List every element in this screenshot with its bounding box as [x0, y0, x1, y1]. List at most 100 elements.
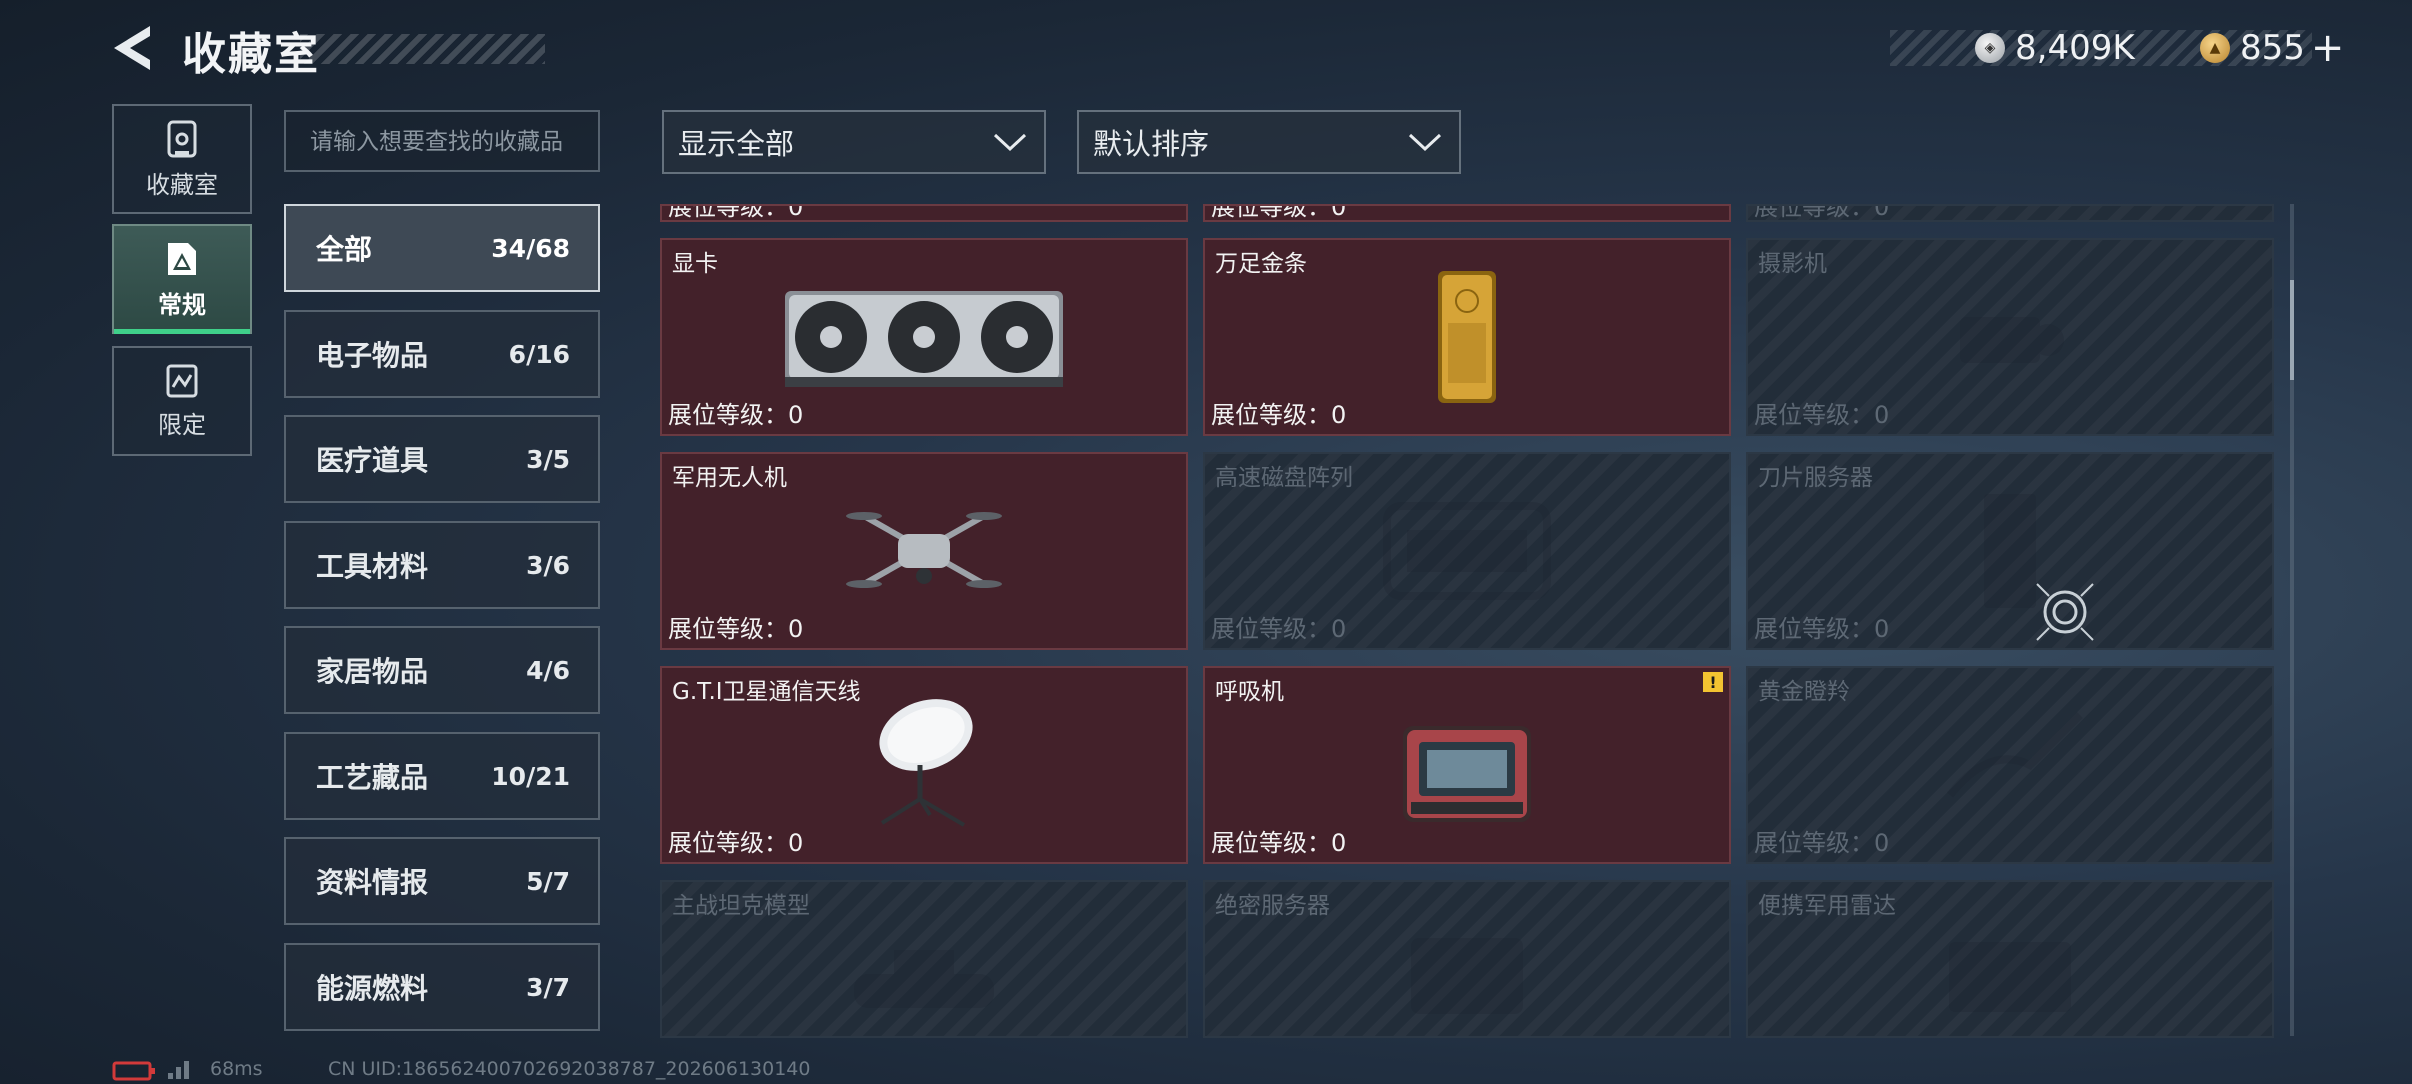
item-level: 展位等级：0: [1211, 829, 1347, 857]
item-name: 万足金条: [1215, 251, 1307, 277]
item-card-top-secret-server[interactable]: 绝密服务器: [1203, 880, 1731, 1038]
scrollbar-thumb[interactable]: [2290, 280, 2294, 380]
side-tab-regular[interactable]: 常规: [112, 224, 252, 334]
display-filter-value: 显示全部: [678, 127, 795, 161]
item-name: 便携军用雷达: [1758, 893, 1896, 919]
item-name: 显卡: [672, 251, 718, 277]
title-decoration: [300, 34, 545, 64]
category-name: 资料情报: [316, 866, 429, 899]
back-arrow-icon: [114, 26, 150, 70]
category-count: 3/7: [526, 972, 570, 1002]
disk-array-icon: [1383, 502, 1551, 600]
item-name: 绝密服务器: [1215, 893, 1330, 919]
item-name: 军用无人机: [672, 465, 787, 491]
item-card-gold-bar[interactable]: 万足金条 展位等级：0: [1203, 238, 1731, 436]
item-level: 展位等级：0: [1754, 615, 1890, 643]
category-count: 10/21: [491, 761, 570, 791]
back-button[interactable]: [110, 22, 158, 74]
gold-bar-icon: [1438, 271, 1496, 403]
item-card-drone[interactable]: 军用无人机 展位等级：0: [660, 452, 1188, 650]
side-tab-limited[interactable]: 限定: [112, 346, 252, 456]
item-card-ventilator[interactable]: 呼吸机 ! 展位等级：0: [1203, 666, 1731, 864]
item-name: 摄影机: [1758, 251, 1827, 277]
ping-text: 68ms: [210, 1058, 263, 1080]
sort-value: 默认排序: [1093, 127, 1210, 161]
category-name: 工具材料: [316, 550, 429, 583]
category-name: 工艺藏品: [316, 761, 429, 794]
warning-badge-icon: !: [1703, 672, 1723, 692]
signal-icon: [168, 1061, 189, 1079]
item-level: 展位等级：0: [668, 615, 804, 643]
top-bar: 收藏室 ◈ 8,409K ▲ 855 +: [0, 0, 2412, 100]
item-card-graphics-card[interactable]: 显卡 展位等级：0: [660, 238, 1188, 436]
gold-currency[interactable]: ▲ 855 +: [2200, 25, 2345, 71]
add-currency-button[interactable]: +: [2311, 25, 2345, 71]
triangle-card-icon: [168, 242, 196, 275]
item-level: 展位等级：0: [668, 401, 804, 429]
category-electronics[interactable]: 电子物品 6/16: [284, 310, 600, 398]
item-card-blade-server[interactable]: 刀片服务器 展位等级：0: [1746, 452, 2274, 650]
item-level: 展位等级：0: [1211, 615, 1347, 643]
search-input[interactable]: [308, 126, 576, 156]
item-name: G.T.I卫星通信天线: [672, 679, 861, 705]
graphics-card-icon: [785, 291, 1063, 387]
category-count: 5/7: [526, 866, 570, 896]
item-card-camera[interactable]: 摄影机 展位等级：0: [1746, 238, 2274, 436]
grid-scrollbar[interactable]: [2290, 204, 2294, 1036]
target-locator-icon[interactable]: [2033, 580, 2097, 644]
partial-level-text: 展位等级：0: [1211, 204, 1347, 221]
item-level: 展位等级：0: [1754, 829, 1890, 857]
category-tools[interactable]: 工具材料 3/6: [284, 521, 600, 609]
silver-currency: ◈ 8,409K: [1975, 28, 2135, 68]
item-card-satellite-antenna[interactable]: G.T.I卫星通信天线 展位等级：0: [660, 666, 1188, 864]
silver-currency-value: 8,409K: [2015, 28, 2135, 68]
item-card-golden-gazelle[interactable]: 黄金瞪羚 展位等级：0: [1746, 666, 2274, 864]
partial-level-text: 展位等级：0: [1754, 204, 1890, 221]
item-card-tank-model[interactable]: 主战坦克模型: [660, 880, 1188, 1038]
camera-icon: [1960, 317, 2064, 363]
category-name: 全部: [316, 233, 373, 266]
silver-coin-icon: ◈: [1975, 33, 2005, 63]
side-tab-vault-label: 收藏室: [146, 170, 218, 199]
partial-card: 展位等级：0: [1746, 204, 2274, 222]
category-intel[interactable]: 资料情报 5/7: [284, 837, 600, 925]
item-card-disk-array[interactable]: 高速磁盘阵列 展位等级：0: [1203, 452, 1731, 650]
partial-level-text: 展位等级：0: [668, 204, 804, 221]
item-name: 高速磁盘阵列: [1215, 465, 1353, 491]
gazelle-icon: [1946, 712, 2083, 798]
category-crafts[interactable]: 工艺藏品 10/21: [284, 732, 600, 820]
category-name: 能源燃料: [316, 972, 429, 1005]
drone-icon: [846, 512, 1002, 588]
category-all[interactable]: 全部 34/68: [284, 204, 600, 292]
tank-model-icon: [854, 950, 994, 1009]
item-name: 主战坦克模型: [672, 893, 810, 919]
satellite-dish-icon: [879, 699, 973, 827]
limited-icon: [166, 364, 198, 397]
vault-icon: [167, 120, 197, 157]
partial-card: 展位等级：0: [660, 204, 1188, 222]
category-count: 34/68: [491, 233, 570, 263]
item-name: 呼吸机: [1215, 679, 1284, 705]
category-name: 电子物品: [316, 339, 429, 372]
chevron-down-icon: [1408, 133, 1442, 152]
sort-dropdown[interactable]: 默认排序: [1077, 110, 1461, 174]
battery-icon: [112, 1061, 155, 1081]
category-household[interactable]: 家居物品 4/6: [284, 626, 600, 714]
side-tab-limited-label: 限定: [158, 410, 206, 439]
item-name: 黄金瞪羚: [1758, 679, 1850, 705]
search-box[interactable]: [284, 110, 600, 172]
radar-icon: [1949, 942, 2071, 1013]
category-name: 医疗道具: [316, 444, 429, 477]
chevron-down-icon: [993, 133, 1027, 152]
display-filter-dropdown[interactable]: 显示全部: [662, 110, 1046, 174]
category-name: 家居物品: [316, 655, 429, 688]
gold-coin-icon: ▲: [2200, 33, 2230, 63]
server-icon: [1411, 938, 1523, 1015]
category-energy[interactable]: 能源燃料 3/7: [284, 943, 600, 1031]
gold-currency-value: 855: [2240, 28, 2305, 68]
partial-card: 展位等级：0: [1203, 204, 1731, 222]
side-tab-vault[interactable]: 收藏室: [112, 104, 252, 214]
item-card-portable-radar[interactable]: 便携军用雷达: [1746, 880, 2274, 1038]
category-medical[interactable]: 医疗道具 3/5: [284, 415, 600, 503]
item-level: 展位等级：0: [1754, 401, 1890, 429]
